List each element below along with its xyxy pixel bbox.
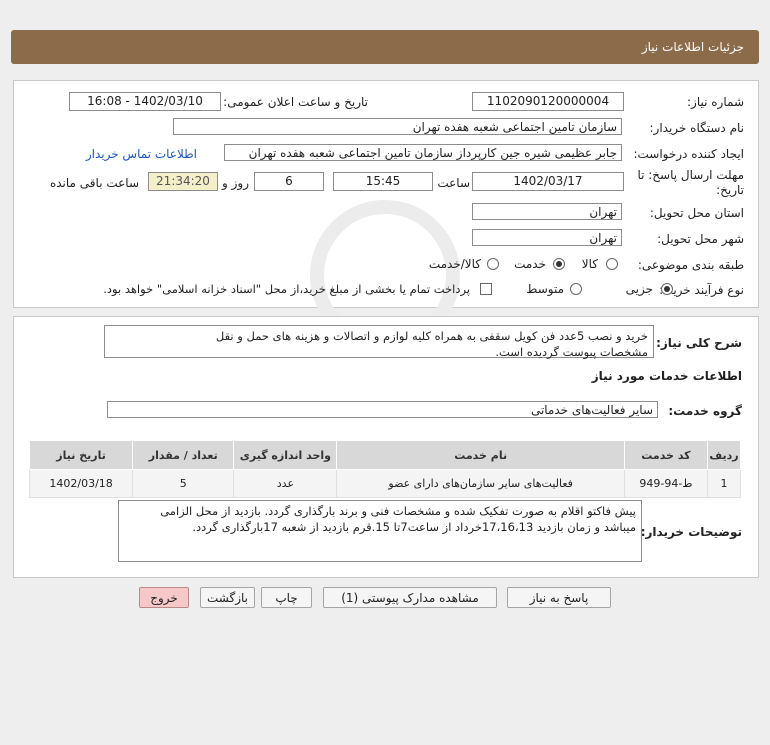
province-field: تهران <box>472 203 622 220</box>
notes-line-1: پیش فاکتو اقلام به صورت تفکیک شده و مشخص… <box>160 504 636 518</box>
view-documents-button[interactable]: مشاهده مدارک پیوستی (1) <box>323 587 497 608</box>
col-header-unit: واحد اندازه گیری <box>233 440 338 470</box>
table-header-row: ردیف کد خدمت نام خدمت واحد اندازه گیری ت… <box>28 440 742 470</box>
cell-name: فعالیت‌های سایر سازمان‌های دارای عضو <box>336 469 625 498</box>
info-panel <box>13 80 759 308</box>
notes-box: پیش فاکتو اقلام به صورت تفکیک شده و مشخص… <box>118 500 642 562</box>
deadline-label-2: تاریخ: <box>716 183 744 197</box>
category-service-label: خدمت <box>514 257 546 271</box>
service-group-label: گروه خدمت: <box>668 404 742 418</box>
city-field: تهران <box>472 229 622 246</box>
announce-label: تاریخ و ساعت اعلان عمومی: <box>223 95 368 109</box>
need-number-label: شماره نیاز: <box>687 95 744 109</box>
category-goods-service-radio[interactable] <box>487 258 499 270</box>
days-label: روز و <box>222 176 249 190</box>
cell-date: 1402/03/18 <box>28 469 134 498</box>
buyer-org-label: نام دستگاه خریدار: <box>649 121 745 135</box>
cell-unit: عدد <box>233 469 338 498</box>
services-title: اطلاعات خدمات مورد نیاز <box>591 369 742 383</box>
time-label: ساعت <box>437 176 470 190</box>
deadline-date-field: 1402/03/17 <box>472 172 624 191</box>
page-title: جزئیات اطلاعات نیاز <box>641 40 744 54</box>
reply-button[interactable]: پاسخ به نیاز <box>507 587 611 608</box>
category-goods-label: کالا <box>581 257 598 271</box>
back-button[interactable]: بازگشت <box>200 587 255 608</box>
remaining-time-field: 21:34:20 <box>148 172 218 191</box>
notes-line-2: میباشد و زمان بازدید 17،16،13خرداد از سا… <box>192 520 636 534</box>
payment-note: پرداخت تمام یا بخشی از مبلغ خرید،از محل … <box>103 282 470 296</box>
print-button[interactable]: چاپ <box>261 587 312 608</box>
cell-qty: 5 <box>132 469 235 498</box>
exit-button[interactable]: خروج <box>139 587 189 608</box>
category-goods-radio[interactable] <box>606 258 618 270</box>
col-header-row-no: ردیف <box>706 440 742 470</box>
general-desc-label: شرح کلی نیاز: <box>656 336 742 350</box>
requester-field: جابر عظیمی شیره جین کارپرداز سازمان تامی… <box>224 144 622 161</box>
process-minor-label: جزیی <box>625 282 653 296</box>
table-row: 1 ط-94-949 فعالیت‌های سایر سازمان‌های دا… <box>28 469 742 498</box>
deadline-time-field: 15:45 <box>333 172 433 191</box>
days-field: 6 <box>254 172 324 191</box>
general-desc-box: خرید و نصب 5عدد فن کویل سقفی به همراه کل… <box>104 325 654 359</box>
cell-code: ط-94-949 <box>623 469 708 498</box>
general-desc-line-2: مشخصات پیوست گردیده است. <box>495 345 648 359</box>
col-header-name: نام خدمت <box>336 440 625 470</box>
col-header-qty: تعداد / مقدار <box>132 440 235 470</box>
remaining-label: ساعت باقی مانده <box>49 176 139 190</box>
announce-field: 1402/03/10 - 16:08 <box>69 92 221 111</box>
contact-buyer-link[interactable]: اطلاعات تماس خریدار <box>86 147 197 161</box>
buyer-org-field: سازمان تامین اجتماعی شعبه هفده تهران <box>173 118 622 135</box>
process-minor-radio[interactable] <box>661 283 673 295</box>
service-group-field: سایر فعالیت‌های خدماتی <box>107 401 658 418</box>
category-service-radio[interactable] <box>553 258 565 270</box>
process-medium-radio[interactable] <box>570 283 582 295</box>
category-goods-service-label: کالا/خدمت <box>428 257 481 271</box>
need-number-field: 1102090120000004 <box>472 92 624 111</box>
cell-row-no: 1 <box>706 469 742 498</box>
page-header: جزئیات اطلاعات نیاز <box>11 30 759 64</box>
deadline-label-1: مهلت ارسال پاسخ: تا <box>637 168 744 182</box>
services-table: ردیف کد خدمت نام خدمت واحد اندازه گیری ت… <box>28 440 742 498</box>
city-label: شهر محل تحویل: <box>657 232 744 246</box>
col-header-date: تاریخ نیاز <box>28 440 134 470</box>
requester-label: ایجاد کننده درخواست: <box>633 147 744 161</box>
province-label: استان محل تحویل: <box>649 206 744 220</box>
col-header-code: کد خدمت <box>623 440 708 470</box>
general-desc-line-1: خرید و نصب 5عدد فن کویل سقفی به همراه کل… <box>215 329 648 343</box>
notes-label: توضیحات خریدار: <box>640 525 742 539</box>
treasury-checkbox[interactable] <box>480 283 492 295</box>
category-label: طبقه بندی موضوعی: <box>637 258 744 272</box>
process-medium-label: متوسط <box>526 282 564 296</box>
